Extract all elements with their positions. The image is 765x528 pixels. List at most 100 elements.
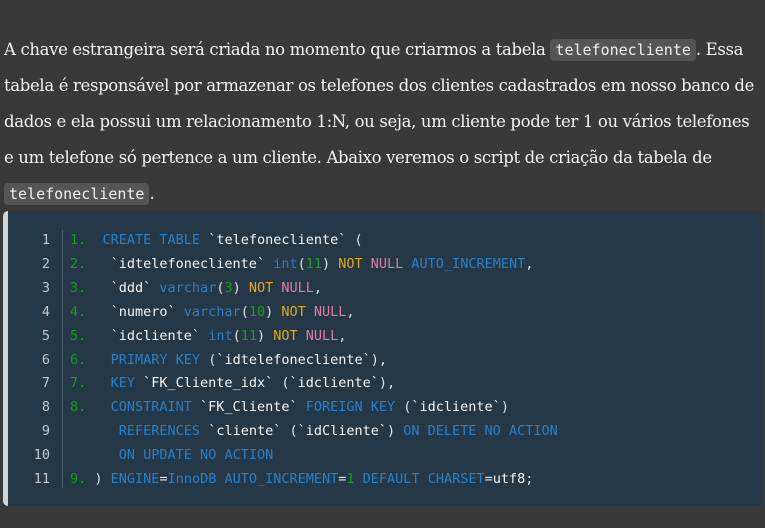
code-token: ), xyxy=(378,375,396,392)
code-token: NULL xyxy=(281,279,314,296)
code-token: NULL xyxy=(370,255,412,272)
code-token: NULL xyxy=(305,327,339,344)
code-token: 10 xyxy=(248,303,266,320)
line-number: 2 xyxy=(41,255,50,272)
code-token: 7. xyxy=(70,375,111,392)
code-line: 3. `ddd` varchar(3) NOT NULL, xyxy=(70,276,322,300)
code-token: , xyxy=(346,303,355,320)
code-token: ( xyxy=(297,255,306,272)
code-token: `idcliente` xyxy=(411,399,501,416)
inline-code-telefonecliente: telefonecliente xyxy=(550,39,696,61)
code-token: 9. xyxy=(70,471,95,487)
code-token: ) xyxy=(387,423,404,440)
line-number: 6 xyxy=(41,351,50,368)
code-token: ( xyxy=(232,327,241,344)
code-token: , xyxy=(338,327,347,344)
code-line: 6. PRIMARY KEY (`idtelefonecliente`), xyxy=(70,348,387,372)
paragraph-text-1: A chave estrangeira será criada no momen… xyxy=(4,40,551,59)
code-token: ( xyxy=(240,303,249,320)
code-token: ) xyxy=(256,327,274,344)
code-token: `FK_Cliente_idx` xyxy=(143,375,282,392)
code-token: DEFAULT CHARSET xyxy=(362,471,485,487)
line-number: 1 xyxy=(41,232,50,248)
code-token: NOT xyxy=(273,327,306,344)
code-token: ) xyxy=(265,303,282,320)
code-token: varchar xyxy=(159,279,217,296)
code-token: ENGINE xyxy=(110,471,160,487)
line-number: 3 xyxy=(41,279,50,296)
line-number: 11 xyxy=(33,471,50,487)
code-token: `idcliente` xyxy=(289,375,379,392)
code-token: ON DELETE NO ACTION xyxy=(403,423,558,440)
code-token: NULL xyxy=(313,303,347,320)
code-token: KEY xyxy=(110,375,144,392)
code-token: 4. xyxy=(70,303,111,320)
code-token: 11 xyxy=(240,327,257,344)
code-token: ; xyxy=(525,471,534,487)
code-token: varchar xyxy=(183,303,241,320)
inline-code-telefonecliente-2: telefonecliente xyxy=(4,183,150,205)
code-token: `idtelefonecliente` xyxy=(110,255,274,272)
code-token: 3. xyxy=(70,279,111,296)
code-token: ( xyxy=(354,232,363,248)
code-token: = xyxy=(159,471,168,487)
code-token: `telefonecliente` xyxy=(208,232,355,248)
code-token: ) xyxy=(94,471,111,487)
code-token: 1. xyxy=(70,232,103,248)
article-paragraph: A chave estrangeira será criada no momen… xyxy=(4,32,761,212)
code-token: ), xyxy=(370,351,388,368)
code-token: NOT xyxy=(338,255,371,272)
code-token: 5. xyxy=(70,327,111,344)
line-number: 10 xyxy=(33,447,50,464)
code-token: `ddd` xyxy=(110,279,160,296)
code-token: AUTO_INCREMENT xyxy=(411,255,526,272)
code-line: ON UPDATE NO ACTION xyxy=(70,443,273,467)
code-token: `FK_Cliente` xyxy=(200,399,306,416)
code-token: ) xyxy=(322,255,339,272)
code-line: REFERENCES `cliente` (`idCliente`) ON DE… xyxy=(70,419,558,443)
code-token: NOT xyxy=(281,303,314,320)
code-token: int xyxy=(208,327,233,344)
code-token: 11 xyxy=(305,255,322,272)
code-token: `idtelefonecliente` xyxy=(216,351,371,368)
code-token: 6. xyxy=(70,351,111,368)
code-token: ON UPDATE NO ACTION xyxy=(118,447,274,464)
gutter-separator xyxy=(62,230,63,488)
code-token: PRIMARY KEY xyxy=(110,351,209,368)
code-token: ) xyxy=(232,279,249,296)
code-line: 4. `numero` varchar(10) NOT NULL, xyxy=(70,300,355,324)
code-token: ( xyxy=(289,423,298,440)
code-token: `idcliente` xyxy=(110,327,209,344)
code-line: 1. CREATE TABLE `telefonecliente` ( xyxy=(70,228,363,252)
code-token: , xyxy=(525,255,534,272)
code-token: `numero` xyxy=(110,303,184,320)
paragraph-text-3: . xyxy=(149,184,155,203)
code-token: 2. xyxy=(70,255,111,272)
line-number: 4 xyxy=(41,303,50,320)
code-token: CREATE TABLE xyxy=(102,232,209,248)
code-token: 1 xyxy=(346,471,363,487)
code-token: `cliente` xyxy=(208,423,290,440)
code-token: , xyxy=(313,279,323,296)
code-block[interactable]: 1 1. CREATE TABLE `telefonecliente` (2 2. … xyxy=(3,211,763,506)
line-number: 5 xyxy=(41,327,50,344)
code-line: 5. `idcliente` int(11) NOT NULL, xyxy=(70,324,346,348)
code-line: 9. ) ENGINE=InnoDB AUTO_INCREMENT=1 DEFA… xyxy=(70,467,533,491)
code-token: 8. xyxy=(70,399,111,416)
line-number: 9 xyxy=(41,423,50,440)
code-token: `idCliente` xyxy=(297,423,388,440)
code-token: ) xyxy=(500,399,509,416)
code-token: = xyxy=(484,471,493,487)
code-token: NOT xyxy=(248,279,282,296)
code-line: 2. `idtelefonecliente` int(11) NOT NULL … xyxy=(70,252,533,276)
code-line: 7. KEY `FK_Cliente_idx` (`idcliente`), xyxy=(70,371,395,395)
code-token: REFERENCES xyxy=(118,423,209,440)
line-number: 7 xyxy=(41,375,50,392)
code-token: int xyxy=(273,255,298,272)
code-token: CONSTRAINT xyxy=(110,399,201,416)
code-token: utf8 xyxy=(492,471,526,487)
code-token: InnoDB AUTO_INCREMENT xyxy=(167,471,339,487)
line-number: 8 xyxy=(41,399,50,416)
